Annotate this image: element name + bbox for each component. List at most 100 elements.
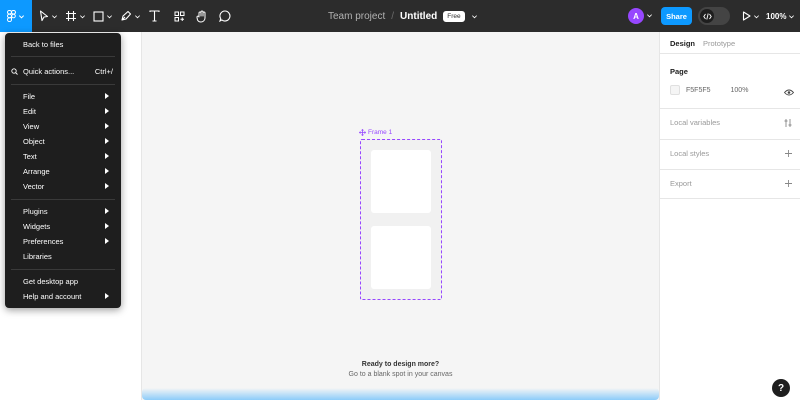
share-button[interactable]: Share: [661, 7, 692, 25]
canvas[interactable]: Frame 1 Ready to design more? Go to a bl…: [142, 32, 659, 400]
menu-item-arrange[interactable]: Arrange: [5, 164, 121, 179]
frame-name: Frame 1: [368, 129, 393, 136]
submenu-arrow-icon: [105, 123, 109, 129]
resources-icon: [174, 11, 184, 21]
ready-title: Ready to design more?: [361, 361, 440, 368]
page-color-row[interactable]: F5F5F5 100%: [670, 85, 748, 95]
add-export-icon[interactable]: [784, 179, 793, 188]
submenu-arrow-icon: [105, 153, 109, 159]
tab-prototype[interactable]: Prototype: [703, 39, 735, 48]
text-tool-icon: [148, 10, 160, 22]
menu-item-label: View: [23, 122, 40, 131]
zoom-level: 100%: [766, 11, 787, 21]
local-variables-label: Local variables: [670, 118, 721, 127]
menu-item-label: File: [23, 92, 36, 101]
title-separator: /: [391, 10, 395, 22]
team-name[interactable]: Team project: [328, 11, 385, 22]
export-label: Export: [670, 179, 692, 188]
menu-item-view[interactable]: View: [5, 119, 121, 134]
help-button[interactable]: ?: [772, 379, 790, 397]
menu-item-preferences[interactable]: Preferences: [5, 234, 121, 249]
dev-mode-toggle[interactable]: [698, 7, 730, 25]
chevron-down-icon: [134, 14, 140, 18]
menu-item-object[interactable]: Object: [5, 134, 121, 149]
page-opacity-value[interactable]: 100%: [731, 87, 749, 94]
page-color-swatch[interactable]: [670, 85, 680, 95]
play-icon: [742, 11, 751, 21]
export-section[interactable]: Export: [660, 169, 800, 199]
frame-card[interactable]: [371, 150, 431, 213]
menu-item-label: Back to files: [23, 40, 64, 49]
menu-item-widgets[interactable]: Widgets: [5, 219, 121, 234]
local-styles-section[interactable]: Local styles: [660, 139, 800, 169]
chevron-down-icon: [18, 14, 25, 18]
figma-logo-icon: [7, 10, 16, 22]
submenu-arrow-icon: [105, 93, 109, 99]
top-toolbar: Team project / Untitled Free A Share 100…: [0, 0, 800, 32]
pen-tool-button[interactable]: [119, 0, 141, 32]
menu-item-label: Plugins: [23, 207, 48, 216]
frame-move-icon: [359, 129, 366, 136]
zoom-control[interactable]: 100%: [766, 0, 795, 32]
menu-item-back-to-files[interactable]: Back to files: [5, 37, 121, 52]
present-button[interactable]: [742, 0, 760, 32]
chevron-down-icon: [789, 14, 795, 18]
frame[interactable]: [360, 139, 442, 300]
code-icon: [702, 12, 712, 20]
menu-divider: [11, 84, 115, 85]
text-tool-button[interactable]: [147, 0, 161, 32]
add-style-icon[interactable]: [784, 149, 793, 158]
tab-design[interactable]: Design: [670, 39, 695, 48]
file-title-area: Team project / Untitled Free: [328, 0, 478, 32]
menu-item-quick-actions[interactable]: Quick actions... Ctrl+/: [5, 64, 121, 79]
move-tool-button[interactable]: [37, 0, 59, 32]
canvas-glow: [142, 388, 659, 400]
avatar[interactable]: A: [628, 8, 644, 24]
shape-tool-button[interactable]: [92, 0, 114, 32]
menu-item-vector[interactable]: Vector: [5, 179, 121, 194]
resources-button[interactable]: [172, 0, 186, 32]
frame-tool-icon: [65, 11, 76, 21]
submenu-arrow-icon: [105, 208, 109, 214]
frame-card[interactable]: [371, 226, 431, 289]
submenu-arrow-icon: [105, 293, 109, 299]
page-color-value[interactable]: F5F5F5: [686, 87, 711, 94]
comment-button[interactable]: [218, 0, 232, 32]
menu-item-edit[interactable]: Edit: [5, 104, 121, 119]
shape-tool-icon: [93, 10, 104, 22]
submenu-arrow-icon: [105, 108, 109, 114]
eye-icon[interactable]: [784, 89, 794, 96]
properties-panel: Design Prototype Page F5F5F5 100% Local …: [659, 32, 800, 400]
menu-item-file[interactable]: File: [5, 89, 121, 104]
frame-label[interactable]: Frame 1: [359, 129, 392, 136]
chevron-down-icon: [51, 14, 57, 18]
submenu-arrow-icon: [105, 183, 109, 189]
panel-tabs: Design Prototype: [670, 39, 735, 48]
local-variables-section[interactable]: Local variables: [660, 108, 800, 139]
menu-item-label: Edit: [23, 107, 36, 116]
menu-item-libraries[interactable]: Libraries: [5, 249, 121, 264]
menu-item-label: Preferences: [23, 237, 64, 246]
dev-mode-knob: [700, 9, 714, 23]
hand-tool-button[interactable]: [195, 0, 209, 32]
submenu-arrow-icon: [105, 223, 109, 229]
chevron-down-icon[interactable]: [471, 13, 478, 20]
menu-item-get-desktop-app[interactable]: Get desktop app: [5, 274, 121, 289]
frame-tool-button[interactable]: [64, 0, 86, 32]
menu-item-label: Vector: [23, 182, 45, 191]
menu-item-plugins[interactable]: Plugins: [5, 204, 121, 219]
page-heading: Page: [670, 67, 688, 76]
chevron-down-icon[interactable]: [646, 12, 653, 19]
chevron-down-icon: [79, 14, 85, 18]
file-name[interactable]: Untitled: [400, 11, 437, 22]
menu-item-label: Widgets: [23, 222, 51, 231]
variables-settings-icon[interactable]: [783, 118, 793, 128]
plan-badge[interactable]: Free: [443, 10, 465, 22]
menu-item-label: Quick actions...: [23, 67, 75, 76]
main-menu-button[interactable]: [0, 0, 32, 32]
local-styles-label: Local styles: [670, 149, 710, 158]
menu-divider: [11, 199, 115, 200]
menu-item-text[interactable]: Text: [5, 149, 121, 164]
menu-item-label: Text: [23, 152, 37, 161]
menu-item-help-and-account[interactable]: Help and account: [5, 289, 121, 304]
